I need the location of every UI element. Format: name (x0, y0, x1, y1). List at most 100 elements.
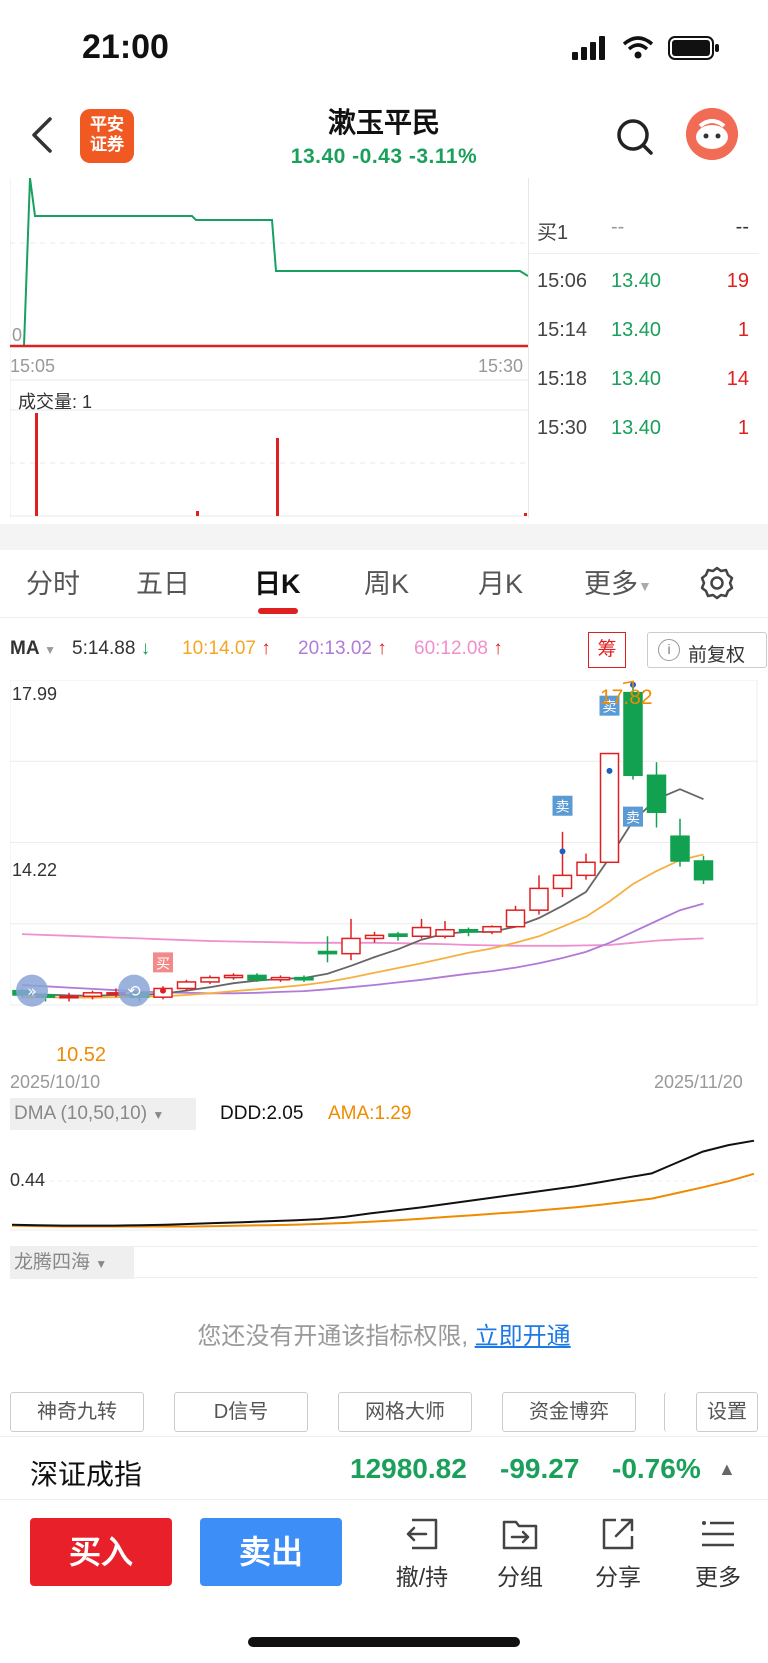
candle-down (317, 950, 338, 955)
tool-grid-master[interactable]: 网格大师 (338, 1392, 472, 1432)
wifi-icon (622, 36, 654, 59)
index-name: 深证成指 (30, 1459, 143, 1490)
adjust-selector[interactable]: i 前复权 (647, 632, 767, 668)
candle-up (364, 934, 385, 940)
more-button[interactable]: 更多 (678, 1514, 758, 1604)
kline-chart[interactable]: 买卖卖卖» ⟲ (10, 680, 758, 1070)
menu-icon (702, 1521, 734, 1547)
intraday-time-start: 15:05 (10, 356, 56, 376)
chips-badge[interactable]: 筹 (588, 632, 626, 668)
candle-up (529, 887, 549, 911)
tab-daily-k[interactable]: 日K (254, 562, 301, 601)
open-permission-link[interactable]: 立即开通 (475, 1323, 571, 1350)
share-button[interactable]: 分享 (578, 1514, 658, 1604)
tab-more[interactable]: 更多▼ (584, 562, 652, 601)
ma-selector[interactable]: MA ▼ (10, 638, 56, 660)
ddd-line (11, 1139, 755, 1227)
candle-up (341, 937, 361, 955)
volume-bar (196, 511, 199, 516)
info-icon: i (658, 639, 680, 661)
price-peak-label: 17.82 (600, 686, 653, 709)
trade-list: 买1 -- -- 15:06 13.40 19 15:14 13.40 1 15… (528, 178, 759, 518)
sell-button[interactable]: 卖出 (200, 1518, 342, 1586)
caret-up-icon[interactable]: ▲ (718, 1459, 736, 1480)
arrow-down-icon: ↓ (140, 638, 151, 659)
intraday-chart[interactable] (10, 178, 528, 518)
arrow-up-icon: ↑ (493, 638, 503, 659)
cancel-hold-button[interactable]: 撤/持 (382, 1514, 462, 1604)
intraday-time-end: 15:30 (478, 356, 524, 376)
buy1-row: 买1 -- -- (529, 208, 759, 254)
candle-down (388, 933, 408, 938)
volume-bar (35, 413, 38, 516)
caret-down-icon: ▼ (638, 577, 652, 594)
signal-dot (160, 987, 166, 994)
indicator2-selector[interactable]: 龙腾四海 ▼ (10, 1247, 134, 1279)
tool-d-signal[interactable]: D信号 (174, 1392, 308, 1432)
tab-five-day[interactable]: 五日 (136, 562, 190, 601)
price-high-label: 17.99 (12, 684, 58, 704)
tab-weekly-k[interactable]: 周K (364, 562, 409, 601)
candle-down (693, 860, 714, 881)
intraday-zero-label: 0 (12, 325, 23, 345)
volume-bar (276, 438, 279, 516)
dma-axis-label: 0.44 (10, 1170, 46, 1190)
index-change: -99.27 (500, 1453, 580, 1484)
svg-text:卖: 卖 (626, 811, 640, 827)
group-button[interactable]: 分组 (480, 1514, 560, 1604)
battery-icon (668, 36, 719, 60)
tool-fund-game[interactable]: 资金博弈 (502, 1392, 636, 1432)
tab-monthly-k[interactable]: 月K (478, 562, 523, 601)
sell-marker[interactable]: 卖 (552, 795, 573, 816)
gear-icon[interactable] (700, 566, 734, 600)
dma-chart[interactable] (10, 1098, 758, 1234)
share-icon (602, 1518, 634, 1550)
candle-up (552, 874, 573, 890)
trade-row: 15:18 13.40 14 (537, 368, 749, 390)
candle-up (176, 981, 197, 990)
candle-down (294, 976, 314, 981)
cancel-order-icon (406, 1518, 438, 1550)
index-ticker[interactable]: 深证成指 12980.82 -99.27 -0.76% ▲ (0, 1436, 768, 1500)
ma5-value: 5:14.88 ↓ (72, 638, 151, 659)
candle-up (270, 976, 291, 981)
signal-dot (606, 767, 613, 774)
signal-dot (559, 848, 566, 855)
candle-up (411, 926, 432, 938)
tool-row: 神奇九转 D信号 网格大师 资金博弈 设置 (10, 1392, 758, 1432)
search-icon[interactable] (615, 117, 655, 157)
indicator2-header: 龙腾四海 ▼ (10, 1246, 758, 1279)
tab-intraday[interactable]: 分时 (26, 562, 80, 601)
intraday-price-line (23, 178, 528, 347)
buy-button[interactable]: 买入 (30, 1518, 172, 1586)
buy-marker[interactable]: 买 (153, 952, 173, 973)
candle-up (482, 925, 502, 933)
date-start-label: 2025/10/10 (10, 1072, 101, 1092)
candle-down (670, 835, 690, 862)
trade-row: 15:14 13.40 1 (537, 319, 749, 341)
ma10-line (22, 853, 704, 999)
date-end-label: 2025/11/20 (654, 1072, 743, 1092)
trade-row: 15:06 13.40 19 (537, 270, 749, 292)
ma60-line (21, 933, 704, 947)
index-pct: -0.76% (612, 1453, 701, 1484)
status-time: 21:00 (82, 28, 169, 66)
sell-marker[interactable]: 卖 (623, 806, 643, 827)
section-divider (0, 524, 768, 550)
bottom-action-bar: 买入 卖出 撤/持 分组 分享 更多 (0, 1500, 768, 1663)
ma10-value: 10:14.07 ↑ (182, 638, 271, 659)
ma20-value: 20:13.02 ↑ (298, 638, 387, 659)
candle-down (458, 928, 479, 933)
index-value: 12980.82 (350, 1453, 467, 1484)
home-indicator (248, 1637, 520, 1647)
tool-magic-nine[interactable]: 神奇九转 (10, 1392, 144, 1432)
price-low-label: 10.52 (56, 1044, 107, 1066)
period-tabs: 分时 五日 日K 周K 月K 更多▼ (0, 550, 768, 618)
tool-more-edge (664, 1392, 674, 1432)
svg-text:买: 买 (156, 956, 170, 972)
rotate-icon: ⟲ (127, 982, 141, 1001)
candle-down (247, 974, 267, 981)
avatar-icon[interactable] (686, 108, 738, 160)
tool-settings[interactable]: 设置 (696, 1392, 758, 1432)
permission-notice: 您还没有开通该指标权限, 立即开通 (197, 1323, 571, 1350)
